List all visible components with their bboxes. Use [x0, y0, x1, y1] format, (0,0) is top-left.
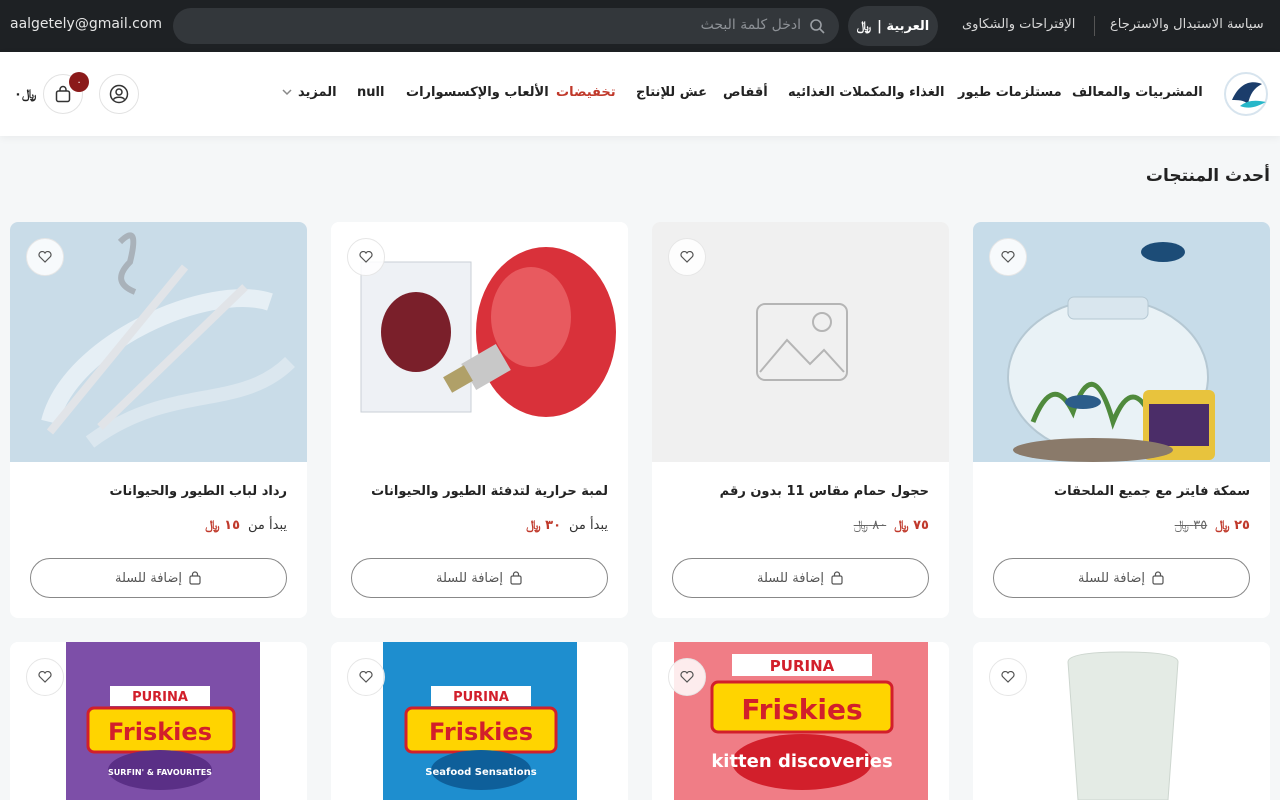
shopping-bag-icon	[1152, 571, 1164, 585]
seafood-sensations-text: Seafood Sensations	[425, 767, 536, 778]
main-navigation: المشربيات والمعالف مستلزمات طيور الغذاء …	[0, 52, 1280, 136]
product-price: يبدأ من ١٥ ﷼	[205, 518, 287, 533]
heart-icon	[680, 251, 694, 263]
product-price: ٧٥ ﷼ ٨٠ ﷼	[854, 518, 929, 533]
add-to-cart-label: إضافة للسلة	[114, 570, 183, 586]
friskies-brand-text: Friskies	[429, 718, 533, 746]
nav-item-toys-accessories[interactable]: الألعاب والإكسسوارات	[406, 85, 549, 100]
currency-icon: ﷼	[856, 18, 872, 34]
add-to-cart-label: إضافة للسلة	[756, 570, 825, 586]
nav-item-food-supplements[interactable]: الغذاء والمكملات الغذائيه	[788, 85, 944, 100]
heart-icon	[1001, 251, 1015, 263]
logo[interactable]	[1222, 70, 1270, 118]
shopping-bag-icon	[510, 571, 522, 585]
product-price: ٢٥ ﷼ ٣٥ ﷼	[1175, 518, 1250, 533]
nav-item-null[interactable]: null	[357, 85, 384, 100]
complaints-link[interactable]: الإقتراحات والشكاوى	[962, 17, 1075, 32]
nav-item-nests[interactable]: عش للإنتاج	[636, 85, 707, 100]
add-to-cart-label: إضافة للسلة	[435, 570, 504, 586]
wishlist-button[interactable]	[347, 658, 385, 696]
account-button[interactable]	[99, 74, 139, 114]
nav-more-label: المزيد	[298, 85, 337, 100]
product-card[interactable]: PURINA Friskies SURFIN' & FAVOURITES	[10, 642, 307, 800]
divider	[1094, 16, 1095, 36]
add-to-cart-button[interactable]: إضافة للسلة	[993, 558, 1250, 598]
heart-icon	[359, 251, 373, 263]
heart-icon	[1001, 671, 1015, 683]
search-input[interactable]: ادخل كلمة البحث	[173, 8, 839, 44]
wishlist-button[interactable]	[989, 658, 1027, 696]
wishlist-button[interactable]	[26, 238, 64, 276]
top-bar: aalgetely@gmail.com ادخل كلمة البحث العر…	[0, 0, 1280, 52]
section-title: أحدث المنتجات	[1145, 166, 1270, 186]
nav-item-bird-supplies[interactable]: مستلزمات طيور	[958, 85, 1062, 100]
product-name[interactable]: لمبة حرارية لتدفئة الطيور والحيوانات	[371, 484, 608, 499]
old-price: ٨٠ ﷼	[853, 518, 887, 533]
product-card[interactable]: PURINA Friskies Seafood Sensations	[331, 642, 628, 800]
shopping-bag-icon	[189, 571, 201, 585]
product-card[interactable]: لمبة حرارية لتدفئة الطيور والحيوانات يبد…	[331, 222, 628, 618]
cart-total-value: ٠	[14, 87, 22, 102]
chevron-down-icon	[282, 89, 292, 96]
old-price: ٣٥ ﷼	[1174, 518, 1208, 533]
user-icon	[109, 84, 129, 104]
wishlist-button[interactable]	[989, 238, 1027, 276]
nav-item-cages[interactable]: أقفاص	[723, 85, 768, 100]
price-from-label: يبدأ من	[248, 518, 287, 533]
current-price: ٧٥ ﷼	[894, 518, 929, 533]
product-card[interactable]: PURINA Friskies kitten discoveries	[652, 642, 949, 800]
return-policy-link[interactable]: سياسة الاستبدال والاسترجاع	[1110, 17, 1264, 32]
heart-icon	[38, 671, 52, 683]
purina-brand-text: PURINA	[770, 657, 835, 675]
language-switcher[interactable]: العربية | ﷼	[848, 6, 938, 46]
current-price: ١٥ ﷼	[205, 518, 241, 533]
add-to-cart-button[interactable]: إضافة للسلة	[30, 558, 287, 598]
add-to-cart-label: إضافة للسلة	[1077, 570, 1146, 586]
friskies-brand-text: Friskies	[108, 718, 212, 746]
add-to-cart-button[interactable]: إضافة للسلة	[672, 558, 929, 598]
product-price: يبدأ من ٣٠ ﷼	[526, 518, 608, 533]
kitten-discoveries-text: kitten discoveries	[711, 751, 892, 772]
price-from-label: يبدأ من	[569, 518, 608, 533]
product-name[interactable]: رداد لباب الطيور والحيوانات	[110, 484, 287, 499]
purina-brand-text: PURINA	[453, 690, 509, 705]
wishlist-button[interactable]	[26, 658, 64, 696]
product-card[interactable]: حجول حمام مقاس 11 بدون رقم ٧٥ ﷼ ٨٠ ﷼ إضا…	[652, 222, 949, 618]
friskies-brand-text: Friskies	[741, 693, 862, 726]
product-name[interactable]: حجول حمام مقاس 11 بدون رقم	[720, 484, 929, 499]
wishlist-button[interactable]	[668, 238, 706, 276]
nav-item-more[interactable]: المزيد	[282, 85, 337, 100]
heart-icon	[38, 251, 52, 263]
product-card[interactable]	[973, 642, 1270, 800]
shopping-bag-icon	[831, 571, 843, 585]
purina-brand-text: PURINA	[132, 690, 188, 705]
current-price: ٣٠ ﷼	[526, 518, 562, 533]
search-placeholder: ادخل كلمة البحث	[700, 17, 801, 33]
heart-icon	[359, 671, 373, 683]
heart-icon	[680, 671, 694, 683]
wishlist-button[interactable]	[668, 658, 706, 696]
nav-item-sale[interactable]: تخفيضات	[556, 85, 616, 100]
product-card[interactable]: رداد لباب الطيور والحيوانات يبدأ من ١٥ ﷼…	[10, 222, 307, 618]
product-card[interactable]: سمكة فايتر مع جميع الملحقات ٢٥ ﷼ ٣٥ ﷼ إض…	[973, 222, 1270, 618]
surfin-favourites-text: SURFIN' & FAVOURITES	[108, 768, 212, 777]
contact-email[interactable]: aalgetely@gmail.com	[10, 16, 162, 32]
cart-total: ﷼٠	[14, 87, 36, 102]
search-icon[interactable]	[809, 18, 825, 34]
nav-item-drinkers-feeders[interactable]: المشربيات والمعالف	[1072, 85, 1203, 100]
cart-count-badge: ٠	[69, 72, 89, 92]
wishlist-button[interactable]	[347, 238, 385, 276]
language-label: العربية |	[877, 18, 930, 34]
product-name[interactable]: سمكة فايتر مع جميع الملحقات	[1054, 484, 1250, 499]
currency-icon: ﷼	[21, 87, 37, 102]
add-to-cart-button[interactable]: إضافة للسلة	[351, 558, 608, 598]
current-price: ٢٥ ﷼	[1215, 518, 1250, 533]
